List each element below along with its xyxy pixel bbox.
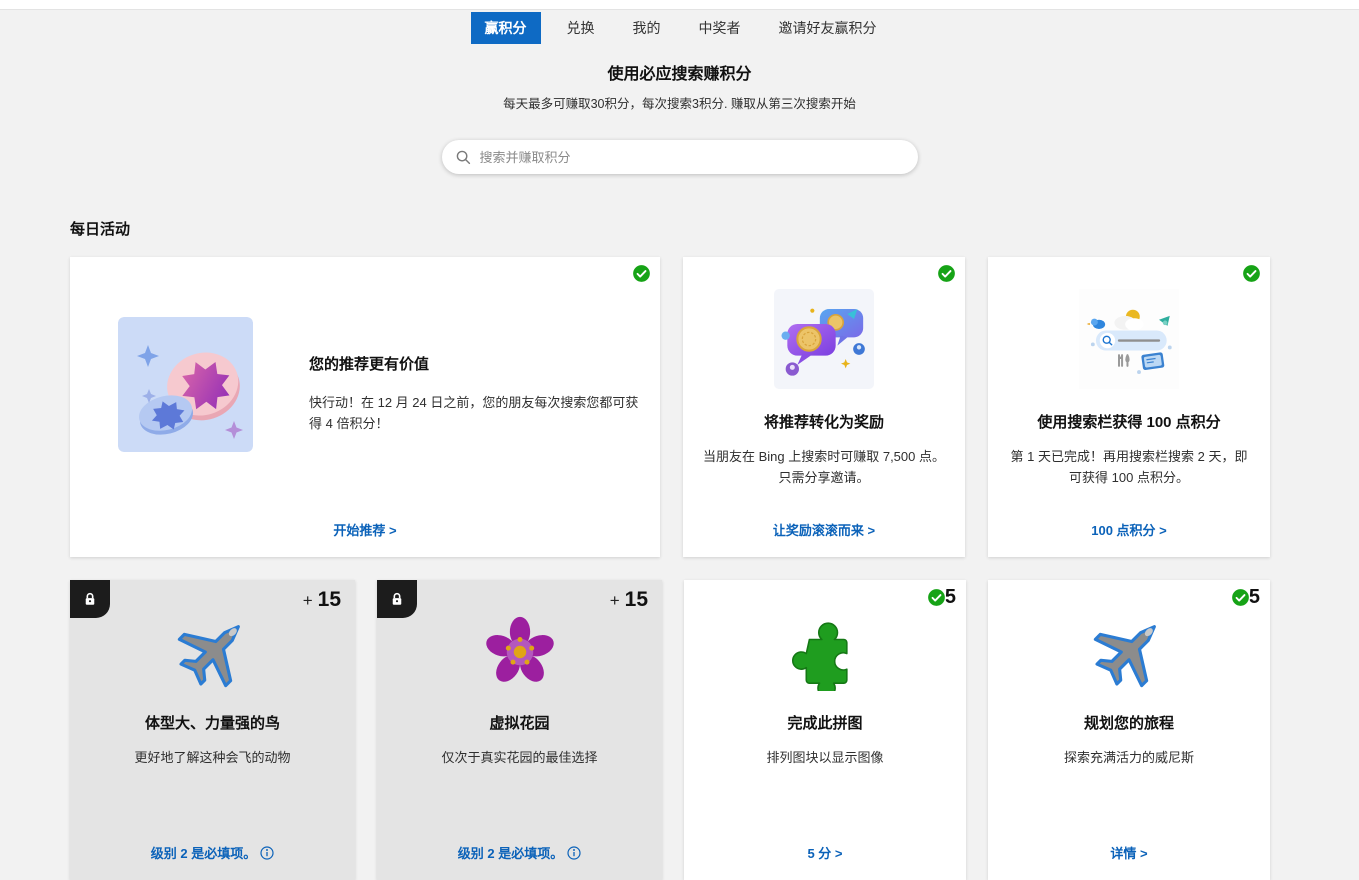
card-body: 排列图块以显示图像 <box>766 750 884 765</box>
level-required-text: 级别 2 是必填项。 <box>457 846 564 861</box>
points-value: 5 <box>944 586 956 608</box>
level-required-text: 级别 2 是必填项。 <box>150 846 257 861</box>
search-earn-hero: 使用必应搜索赚积分 每天最多可赚取30积分，每次搜索3积分. 赚取从第三次搜索开… <box>0 60 1359 112</box>
level-required-note: 级别 2 是必填项。 <box>377 843 662 862</box>
card-title: 规划您的旅程 <box>1083 715 1174 732</box>
points-earned: 5 <box>926 586 956 608</box>
completed-check-icon <box>1242 264 1261 283</box>
points-reward: + 15 <box>303 588 341 612</box>
card-referral-rewards[interactable]: 将推荐转化为奖励 当朋友在 Bing 上搜索时可赚取 7,500 点。只需分享邀… <box>683 257 965 557</box>
puzzle-piece-icon <box>791 622 848 691</box>
card-locked-virtual-garden: + 15 虚拟花园 仅次于真实花园的最佳选择 级别 2 是必填项。 <box>377 580 662 880</box>
card-title: 将推荐转化为奖励 <box>763 414 884 431</box>
points-reward: + 15 <box>610 588 648 612</box>
card-body: 第 1 天已完成！再用搜索栏搜索 2 天，即可获得 100 点积分。 <box>1010 449 1248 486</box>
rewards-nav: 赢积分 兑换 我的 中奖者 邀请好友赢积分 <box>0 12 1359 44</box>
info-icon[interactable] <box>260 846 274 860</box>
top-divider <box>0 0 1359 10</box>
airplane-icon <box>177 625 240 688</box>
completed-check-icon <box>1230 587 1250 607</box>
hero-title: 使用必应搜索赚积分 <box>607 66 752 83</box>
card-searchbar-points[interactable]: 使用搜索栏获得 100 点积分 第 1 天已完成！再用搜索栏搜索 2 天，即可获… <box>988 257 1270 557</box>
search-bar[interactable] <box>441 140 918 174</box>
tab-mine[interactable]: 我的 <box>621 12 673 44</box>
points-earned: 5 <box>1230 586 1260 608</box>
points-value: 15 <box>624 588 648 611</box>
completed-check-icon <box>937 264 956 283</box>
plus-sign: + <box>302 591 313 610</box>
searchbar-illustration <box>1079 289 1179 389</box>
coins-illustration <box>118 317 253 452</box>
info-icon[interactable] <box>567 846 581 860</box>
points-value: 15 <box>317 588 341 611</box>
hundred-points-link[interactable]: 100 点积分 > <box>988 520 1270 539</box>
airplane-icon <box>1093 625 1156 688</box>
tab-winners[interactable]: 中奖者 <box>687 12 753 44</box>
trip-details-link[interactable]: 详情 > <box>988 843 1270 862</box>
card-title: 虚拟花园 <box>489 715 550 732</box>
tab-redeem[interactable]: 兑换 <box>555 12 607 44</box>
points-value: 5 <box>1248 586 1260 608</box>
card-title: 使用搜索栏获得 100 点积分 <box>1037 414 1221 431</box>
level-required-note: 级别 2 是必填项。 <box>70 843 355 862</box>
card-body: 当朋友在 Bing 上搜索时可赚取 7,500 点。只需分享邀请。 <box>702 449 945 486</box>
daily-activities-heading: 每日活动 <box>70 221 131 238</box>
card-body: 快行动！在 12 月 24 日之前，您的朋友每次搜索您都可获得 4 倍积分！ <box>309 395 639 432</box>
card-featured-referral[interactable]: 您的推荐更有价值 快行动！在 12 月 24 日之前，您的朋友每次搜索您都可获得… <box>70 257 660 557</box>
search-input[interactable] <box>479 149 904 165</box>
puzzle-points-link[interactable]: 5 分 > <box>684 843 966 862</box>
card-body: 探索充满活力的威尼斯 <box>1063 750 1194 765</box>
start-referral-link[interactable]: 开始推荐 > <box>70 520 660 539</box>
card-locked-bird-quiz: + 15 体型大、力量强的鸟 更好地了解这种会飞的动物 级别 2 是必填项。 <box>70 580 355 880</box>
card-body: 仅次于真实花园的最佳选择 <box>441 750 598 765</box>
chat-bubbles-illustration <box>774 289 874 389</box>
tab-invite-friends[interactable]: 邀请好友赢积分 <box>767 12 889 44</box>
flower-icon <box>485 616 554 682</box>
completed-check-icon <box>926 587 946 607</box>
lock-icon <box>85 592 95 605</box>
card-title: 完成此拼图 <box>787 715 863 732</box>
card-complete-puzzle[interactable]: 5 完成此拼图 排列图块以显示图像 5 分 > <box>684 580 966 880</box>
completed-check-icon <box>632 264 651 283</box>
rewards-roll-link[interactable]: 让奖励滚滚而来 > <box>683 520 965 539</box>
card-title: 体型大、力量强的鸟 <box>144 715 280 732</box>
search-icon <box>456 150 470 164</box>
activity-row-2: + 15 体型大、力量强的鸟 更好地了解这种会飞的动物 级别 2 是必填项。 +… <box>70 580 1270 880</box>
lock-badge <box>70 580 110 618</box>
card-body: 更好地了解这种会飞的动物 <box>134 750 291 765</box>
activity-row-1: 您的推荐更有价值 快行动！在 12 月 24 日之前，您的朋友每次搜索您都可获得… <box>70 257 1270 557</box>
card-plan-trip[interactable]: 5 规划您的旅程 探索充满活力的威尼斯 详情 > <box>988 580 1270 880</box>
tab-earn-points[interactable]: 赢积分 <box>470 12 541 44</box>
hero-subtitle: 每天最多可赚取30积分，每次搜索3积分. 赚取从第三次搜索开始 <box>503 97 856 111</box>
lock-badge <box>377 580 417 618</box>
activity-grid: 您的推荐更有价值 快行动！在 12 月 24 日之前，您的朋友每次搜索您都可获得… <box>70 257 1270 880</box>
card-title: 您的推荐更有价值 <box>309 356 430 373</box>
plus-sign: + <box>609 591 620 610</box>
lock-icon <box>392 592 402 605</box>
